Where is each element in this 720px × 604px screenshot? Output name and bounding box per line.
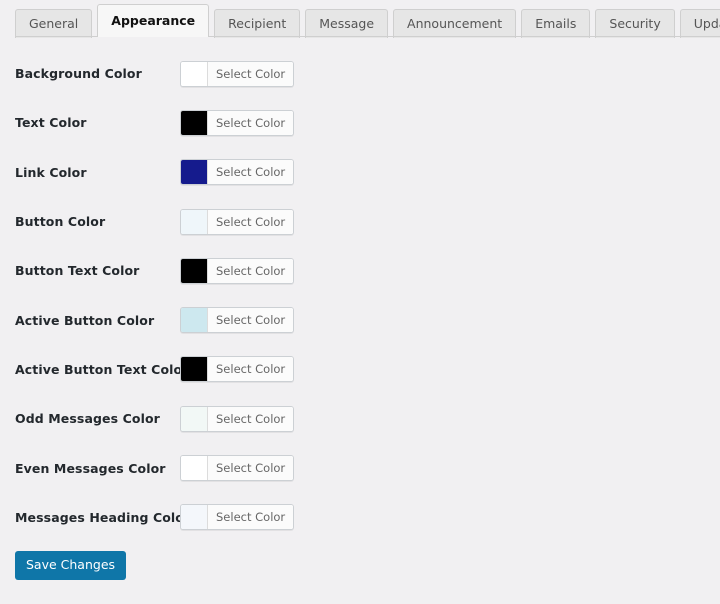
- color-swatch-active-button-color[interactable]: [181, 308, 208, 333]
- color-swatch-even-messages-color[interactable]: [181, 456, 208, 481]
- color-swatch-link-color[interactable]: [181, 160, 208, 185]
- setting-row-text-color: Text Color Select Color: [0, 98, 720, 147]
- appearance-settings-form: Background Color Select Color Text Color Se…: [0, 37, 720, 542]
- tab-appearance[interactable]: Appearance: [97, 4, 210, 37]
- setting-row-odd-messages-color: Odd Messages Color Select Color: [0, 394, 720, 443]
- label-button-color: Button Color: [15, 214, 106, 230]
- select-color-button-messages-heading-color[interactable]: Select Color: [208, 505, 294, 530]
- color-swatch-active-button-text-color[interactable]: [181, 357, 208, 382]
- form-footer: Save Changes: [0, 542, 720, 580]
- label-background-color: Background Color: [15, 66, 142, 82]
- label-active-button-text-color: Active Button Text Color: [15, 361, 189, 377]
- select-color-button-button-text-color[interactable]: Select Color: [208, 258, 294, 283]
- setting-row-link-color: Link Color Select Color: [0, 148, 720, 197]
- save-changes-button[interactable]: Save Changes: [15, 550, 127, 580]
- setting-row-active-button-text-color: Active Button Text Color Select Color: [0, 345, 720, 394]
- color-swatch-odd-messages-color[interactable]: [181, 406, 208, 431]
- color-swatch-background-color[interactable]: [181, 61, 208, 86]
- tab-security[interactable]: Security: [595, 9, 675, 38]
- setting-row-active-button-color: Active Button Color Select Color: [0, 295, 720, 344]
- label-even-messages-color: Even Messages Color: [15, 460, 166, 476]
- select-color-button-background-color[interactable]: Select Color: [208, 61, 294, 86]
- label-active-button-color: Active Button Color: [15, 312, 155, 328]
- label-messages-heading-color: Messages Heading Color: [15, 509, 191, 525]
- tab-recipient[interactable]: Recipient: [214, 9, 301, 38]
- tab-announcement[interactable]: Announcement: [393, 9, 517, 38]
- color-swatch-button-text-color[interactable]: [181, 258, 208, 283]
- setting-row-button-color: Button Color Select Color: [0, 197, 720, 246]
- color-swatch-button-color[interactable]: [181, 209, 208, 234]
- color-picker-button-color[interactable]: Select Color: [180, 208, 295, 235]
- label-link-color: Link Color: [15, 164, 87, 180]
- tab-general[interactable]: General: [15, 9, 93, 38]
- color-picker-background-color[interactable]: Select Color: [180, 60, 295, 87]
- select-color-button-button-color[interactable]: Select Color: [208, 209, 294, 234]
- tab-message[interactable]: Message: [305, 9, 389, 38]
- select-color-button-text-color[interactable]: Select Color: [208, 110, 294, 135]
- color-picker-active-button-text-color[interactable]: Select Color: [180, 356, 295, 383]
- settings-tab-bar: General Appearance Recipient Message Announc…: [0, 0, 720, 38]
- select-color-button-active-button-color[interactable]: Select Color: [208, 308, 294, 333]
- label-button-text-color: Button Text Color: [15, 263, 140, 279]
- select-color-button-odd-messages-color[interactable]: Select Color: [208, 406, 294, 431]
- color-picker-link-color[interactable]: Select Color: [180, 159, 295, 186]
- label-text-color: Text Color: [15, 115, 87, 131]
- color-picker-even-messages-color[interactable]: Select Color: [180, 455, 295, 482]
- color-swatch-text-color[interactable]: [181, 110, 208, 135]
- select-color-button-link-color[interactable]: Select Color: [208, 160, 294, 185]
- setting-row-background-color: Background Color Select Color: [0, 49, 720, 98]
- select-color-button-active-button-text-color[interactable]: Select Color: [208, 357, 294, 382]
- setting-row-button-text-color: Button Text Color Select Color: [0, 246, 720, 295]
- color-swatch-messages-heading-color[interactable]: [181, 505, 208, 530]
- select-color-button-even-messages-color[interactable]: Select Color: [208, 456, 294, 481]
- tab-emails[interactable]: Emails: [521, 9, 591, 38]
- setting-row-messages-heading-color: Messages Heading Color Select Color: [0, 493, 720, 542]
- label-odd-messages-color: Odd Messages Color: [15, 411, 160, 427]
- color-picker-button-text-color[interactable]: Select Color: [180, 257, 295, 284]
- color-picker-messages-heading-color[interactable]: Select Color: [180, 504, 295, 531]
- color-picker-odd-messages-color[interactable]: Select Color: [180, 405, 295, 432]
- color-picker-active-button-color[interactable]: Select Color: [180, 307, 295, 334]
- color-picker-text-color[interactable]: Select Color: [180, 109, 295, 136]
- setting-row-even-messages-color: Even Messages Color Select Color: [0, 443, 720, 492]
- tab-update[interactable]: Update: [679, 9, 720, 38]
